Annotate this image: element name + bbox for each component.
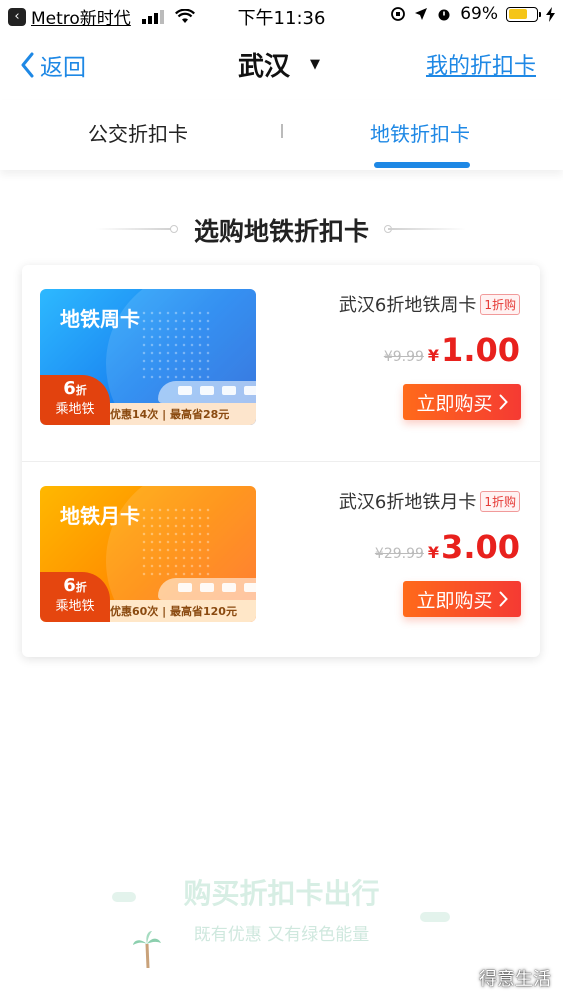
- tab-metro-discount-card[interactable]: 地铁折扣卡: [370, 118, 470, 147]
- alarm-icon: [438, 9, 450, 21]
- sale-price: ¥1.00: [428, 331, 520, 369]
- sale-price-value: 3.00: [441, 528, 520, 566]
- original-price: ¥29.99: [374, 546, 424, 562]
- tab-bar: 公交折扣卡 地铁折扣卡: [0, 100, 563, 170]
- original-price: ¥9.99: [383, 349, 424, 365]
- title-deco-right: [388, 228, 466, 230]
- battery-percent: 69%: [460, 4, 498, 24]
- buy-now-button[interactable]: 立即购买: [403, 581, 521, 617]
- back-to-app-icon[interactable]: ‹: [8, 7, 26, 26]
- discount-tag: 6折 乘地铁: [40, 375, 110, 425]
- card-benefit-text: 优惠14次 | 最高省28元: [110, 408, 230, 421]
- train-illustration: [158, 381, 256, 403]
- wifi-icon: [174, 9, 195, 23]
- tab-bus-discount-card[interactable]: 公交折扣卡: [88, 118, 188, 147]
- chevron-right-icon: [499, 591, 508, 607]
- weekly-card-image[interactable]: 地铁周卡 优惠14次 | 最高省28元 6折 乘地铁: [40, 289, 256, 425]
- active-tab-indicator: [374, 162, 470, 168]
- palm-tree-icon: [133, 931, 161, 969]
- back-label: 返回: [40, 55, 86, 81]
- cellular-signal-icon: [141, 9, 164, 24]
- battery-icon: [506, 6, 541, 22]
- back-button[interactable]: 返回: [20, 48, 86, 82]
- card-title: 地铁月卡: [60, 504, 140, 528]
- chevron-right-icon: [499, 394, 508, 410]
- tab-divider: [281, 124, 283, 138]
- product-item-monthly-card: 地铁月卡 优惠60次 | 最高省120元 6折 乘地铁 武汉6折地铁月卡 1折购…: [22, 461, 540, 657]
- status-bar: ‹ Metro新时代 下午11:36 69%: [0, 0, 563, 32]
- slogan-title: 购买折扣卡出行: [183, 877, 380, 910]
- discount-text: 乘地铁: [55, 402, 95, 417]
- my-discount-cards-link[interactable]: 我的折扣卡: [426, 48, 536, 80]
- city-selector[interactable]: 武汉 ▼: [238, 46, 320, 83]
- nav-bar: 返回 武汉 ▼ 我的折扣卡: [0, 36, 563, 92]
- discount-unit: 折: [75, 384, 87, 397]
- back-to-app-label[interactable]: Metro新时代: [31, 4, 131, 29]
- card-title: 地铁周卡: [60, 307, 140, 331]
- card-benefit-text: 优惠60次 | 最高省120元: [110, 605, 237, 618]
- charging-bolt-icon: [546, 6, 555, 22]
- discount-unit: 折: [75, 581, 87, 594]
- caret-down-icon: ▼: [310, 57, 321, 72]
- page: ‹ Metro新时代 下午11:36 69% 返回 武汉 ▼ 我的折扣卡 公交折…: [0, 0, 563, 1000]
- discount-number: 6: [63, 378, 76, 399]
- section-title: 选购地铁折扣卡: [193, 217, 369, 246]
- discount-text: 乘地铁: [55, 599, 95, 614]
- product-item-weekly-card: 地铁周卡 优惠14次 | 最高省28元 6折 乘地铁 武汉6折地铁周卡 1折购 …: [22, 265, 540, 461]
- slogan-subtitle: 既有优惠 又有绿色能量: [193, 925, 370, 945]
- promo-badge: 1折购: [480, 293, 520, 315]
- product-list: 地铁周卡 优惠14次 | 最高省28元 6折 乘地铁 武汉6折地铁周卡 1折购 …: [22, 265, 540, 657]
- buy-now-label: 立即购买: [416, 392, 493, 415]
- location-icon: [415, 8, 428, 20]
- price-row: ¥9.99 ¥1.00: [384, 331, 520, 369]
- sale-price: ¥3.00: [428, 528, 520, 566]
- price-row: ¥29.99 ¥3.00: [375, 528, 520, 566]
- currency-symbol: ¥: [427, 543, 440, 562]
- discount-number: 6: [63, 575, 76, 596]
- monthly-card-image[interactable]: 地铁月卡 优惠60次 | 最高省120元 6折 乘地铁: [40, 486, 256, 622]
- watermark: 得意生活: [479, 969, 551, 990]
- buy-now-label: 立即购买: [416, 589, 493, 612]
- buy-now-button[interactable]: 立即购买: [403, 384, 521, 420]
- currency-symbol: ¥: [427, 346, 440, 365]
- screen-rotation-lock-icon: [391, 7, 406, 21]
- product-name: 武汉6折地铁月卡: [338, 492, 477, 513]
- product-name: 武汉6折地铁周卡: [338, 295, 477, 316]
- chevron-left-icon: [21, 52, 34, 78]
- sale-price-value: 1.00: [441, 331, 520, 369]
- city-name: 武汉: [238, 52, 291, 82]
- discount-tag: 6折 乘地铁: [40, 572, 110, 622]
- train-illustration: [158, 578, 256, 600]
- promo-badge: 1折购: [480, 490, 520, 512]
